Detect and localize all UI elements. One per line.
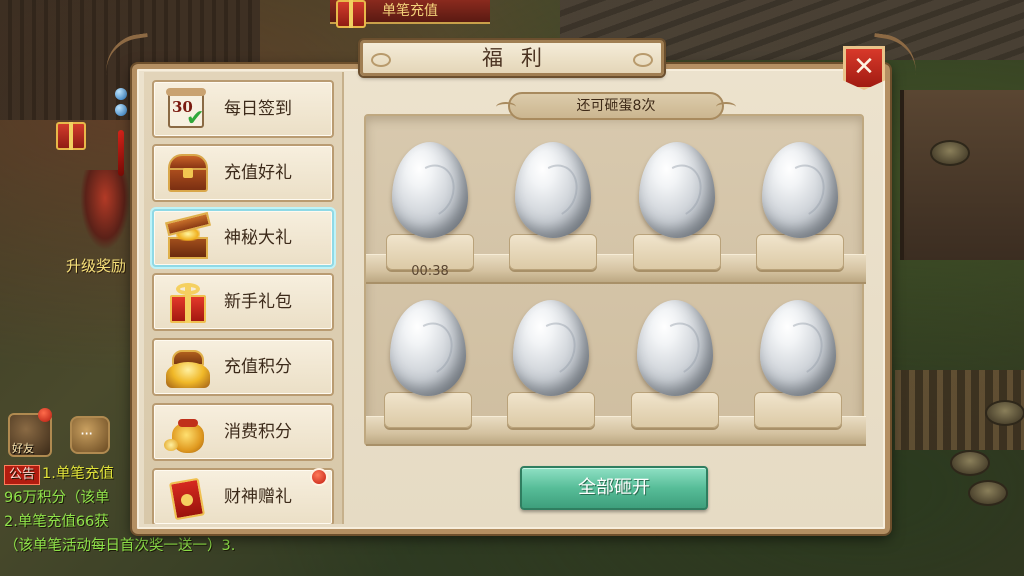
sidebar-item-label: 新手礼包	[224, 292, 292, 312]
egg-stand	[754, 392, 842, 428]
silver-egg[interactable]	[639, 142, 715, 238]
level-reward-label[interactable]: 升级奖励	[66, 255, 126, 276]
sidebar-item-fortune-gift[interactable]: 财神赠礼	[152, 468, 334, 524]
background-house	[900, 90, 1024, 260]
chat-button[interactable]	[70, 416, 110, 454]
smash-all-button[interactable]: 全部砸开	[520, 466, 708, 510]
egg-slot	[627, 136, 727, 276]
egg-stand	[384, 392, 472, 428]
welfare-sidebar: 30 ✔ 每日签到 充值好礼 神秘大礼 新手礼包 充值积分 消费积分 财神赠礼	[144, 72, 344, 524]
silver-egg[interactable]	[762, 142, 838, 238]
silver-egg[interactable]	[392, 142, 468, 238]
silver-egg[interactable]	[513, 300, 589, 396]
egg-shelf: 00:38	[364, 114, 866, 446]
notification-badge	[310, 468, 328, 486]
calendar-check-icon: 30 ✔	[164, 88, 210, 132]
sidebar-item-label: 神秘大礼	[224, 228, 292, 248]
background-pot	[968, 480, 1008, 506]
red-envelope-icon	[164, 476, 210, 521]
sidebar-item-newbie-pack[interactable]: 新手礼包	[152, 273, 334, 331]
silver-egg[interactable]	[760, 300, 836, 396]
background-pot	[950, 450, 990, 476]
panel-title-plate: 福利	[360, 40, 664, 76]
close-icon: ✕	[853, 52, 875, 82]
egg-slot	[748, 294, 848, 434]
egg-smash-content: 00:38 还可砸蛋8次 全部砸开	[358, 88, 868, 518]
egg-stand	[633, 234, 721, 270]
remaining-smashes-label: 还可砸蛋8次	[496, 92, 736, 120]
gift-box-icon	[164, 281, 210, 325]
background-gift-icon[interactable]	[336, 0, 366, 28]
egg-slot: 00:38	[380, 136, 480, 279]
sidebar-item-spend-points[interactable]: 消费积分	[152, 403, 334, 461]
egg-timer: 00:38	[411, 264, 449, 279]
sidebar-item-mystery-gift[interactable]: 神秘大礼	[152, 209, 334, 267]
egg-stand	[507, 392, 595, 428]
sidebar-item-label: 消费积分	[224, 422, 292, 442]
egg-stand	[509, 234, 597, 270]
egg-stand	[631, 392, 719, 428]
friends-notification-dot	[38, 408, 52, 422]
friends-label: 好友	[12, 442, 34, 455]
silver-egg[interactable]	[637, 300, 713, 396]
panel-ornament	[112, 70, 130, 180]
background-pot	[930, 140, 970, 166]
silver-egg[interactable]	[390, 300, 466, 396]
egg-slot	[625, 294, 725, 434]
sidebar-item-recharge-gift[interactable]: 充值好礼	[152, 144, 334, 202]
sidebar-item-label: 充值积分	[224, 357, 292, 377]
sidebar-item-recharge-points[interactable]: 充值积分	[152, 338, 334, 396]
egg-slot	[378, 294, 478, 434]
sidebar-item-label: 充值好礼	[224, 163, 292, 183]
egg-stand	[756, 234, 844, 270]
silver-egg[interactable]	[515, 142, 591, 238]
announcement-tag: 公告	[4, 465, 41, 485]
hero-character[interactable]	[80, 170, 130, 250]
mystery-chest-icon	[164, 211, 212, 261]
sidebar-item-daily-signin[interactable]: 30 ✔ 每日签到	[152, 80, 334, 138]
treasure-chest-icon	[164, 152, 210, 196]
gold-chest-icon	[164, 346, 210, 390]
egg-slot	[503, 136, 603, 276]
egg-slot	[750, 136, 850, 276]
egg-slot	[501, 294, 601, 434]
sidebar-item-label: 每日签到	[224, 99, 292, 119]
level-reward-gift-icon[interactable]	[56, 122, 86, 150]
sidebar-item-label: 财神赠礼	[224, 487, 292, 507]
announcement-line: （该单笔活动每日首次奖一送一）3.	[4, 538, 236, 554]
money-bag-icon	[164, 411, 210, 455]
background-pot	[985, 400, 1024, 426]
panel-title: 福利	[482, 46, 560, 70]
